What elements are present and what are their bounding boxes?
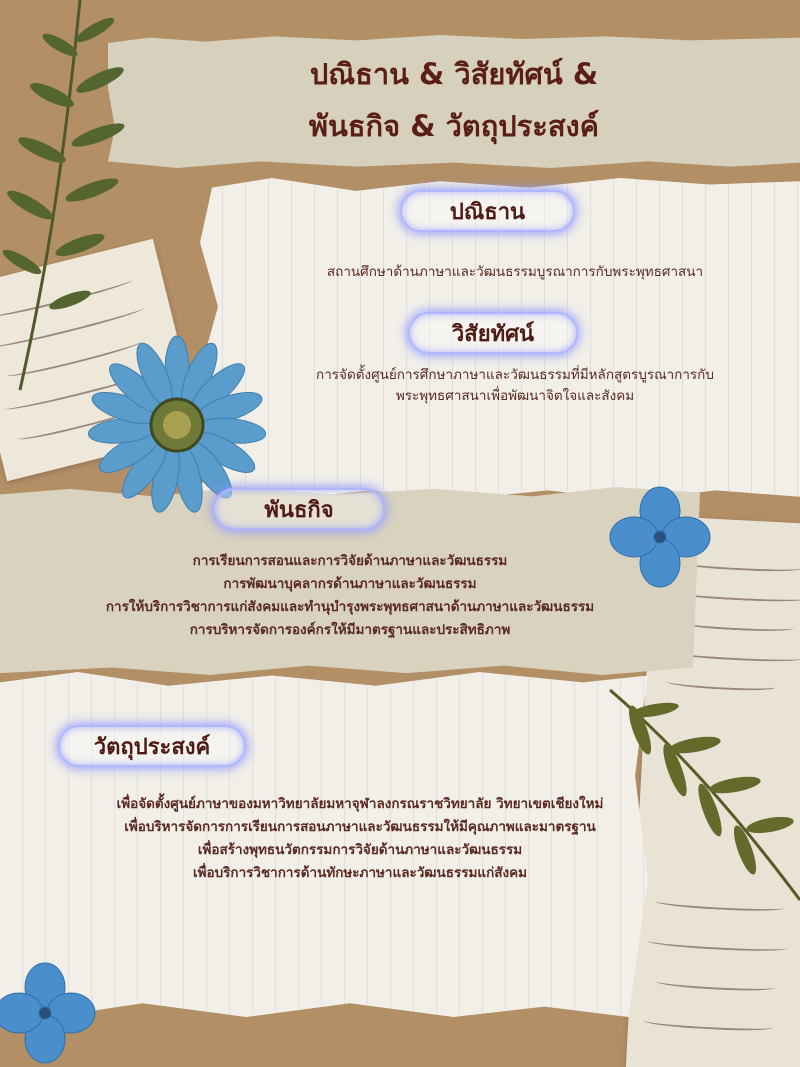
vision-line: พระพุทธศาสนาเพื่อพัฒนาจิตใจและสังคม — [395, 388, 635, 404]
mission-item: การเรียนการสอนและการวิจัยด้านภาษาและวัฒน… — [192, 553, 508, 569]
page-title: ปณิธาน & วิสัยทัศน์ & พันธกิจ & วัตถุประ… — [108, 48, 800, 152]
title-line-1: ปณิธาน & วิสัยทัศน์ & — [309, 57, 599, 91]
objective-item: เพื่อบริการวิชาการด้านทักษะภาษาและวัฒนธร… — [192, 865, 528, 881]
poster: ปณิธาน & วิสัยทัศน์ & พันธกิจ & วัตถุประ… — [0, 0, 800, 1067]
pledge-text: สถานศึกษาด้านภาษาและวัฒนธรรมบูรณาการกับพ… — [230, 262, 800, 283]
vision-line: การจัดตั้งศูนย์การศึกษาภาษาและวัฒนธรรมที… — [316, 367, 714, 383]
objective-item: เพื่อสร้างพุทธนวัตกรรมการวิจัยด้านภาษาแล… — [197, 842, 523, 858]
objective-item: เพื่อจัดตั้งศูนย์ภาษาของมหาวิทยาลัยมหาจุ… — [116, 796, 604, 812]
vision-heading: วิสัยทัศน์ — [408, 312, 578, 354]
vision-text: การจัดตั้งศูนย์การศึกษาภาษาและวัฒนธรรมที… — [230, 365, 800, 407]
pledge-line: สถานศึกษาด้านภาษาและวัฒนธรรมบูรณาการกับพ… — [326, 264, 704, 280]
mission-item: การพัฒนาบุคลากรด้านภาษาและวัฒนธรรม — [223, 576, 477, 592]
mission-item: การบริหารจัดการองค์กรให้มีมาตรฐานและประส… — [189, 622, 511, 638]
mission-heading: พันธกิจ — [213, 488, 385, 530]
title-line-2: พันธกิจ & วัตถุประสงค์ — [308, 109, 600, 143]
blue-hydrangea-bottom-icon — [0, 962, 96, 1064]
objectives-heading: วัตถุประสงค์ — [58, 725, 246, 767]
mission-item: การให้บริการวิชาการแก่สังคมและทำนุบำรุงพ… — [105, 599, 595, 615]
pledge-heading: ปณิธาน — [400, 190, 575, 232]
objective-item: เพื่อบริหารจัดการการเรียนการสอนภาษาและวั… — [124, 819, 596, 835]
mission-list: การเรียนการสอนและการวิจัยด้านภาษาและวัฒน… — [0, 550, 700, 642]
objectives-list: เพื่อจัดตั้งศูนย์ภาษาของมหาวิทยาลัยมหาจุ… — [0, 793, 720, 885]
